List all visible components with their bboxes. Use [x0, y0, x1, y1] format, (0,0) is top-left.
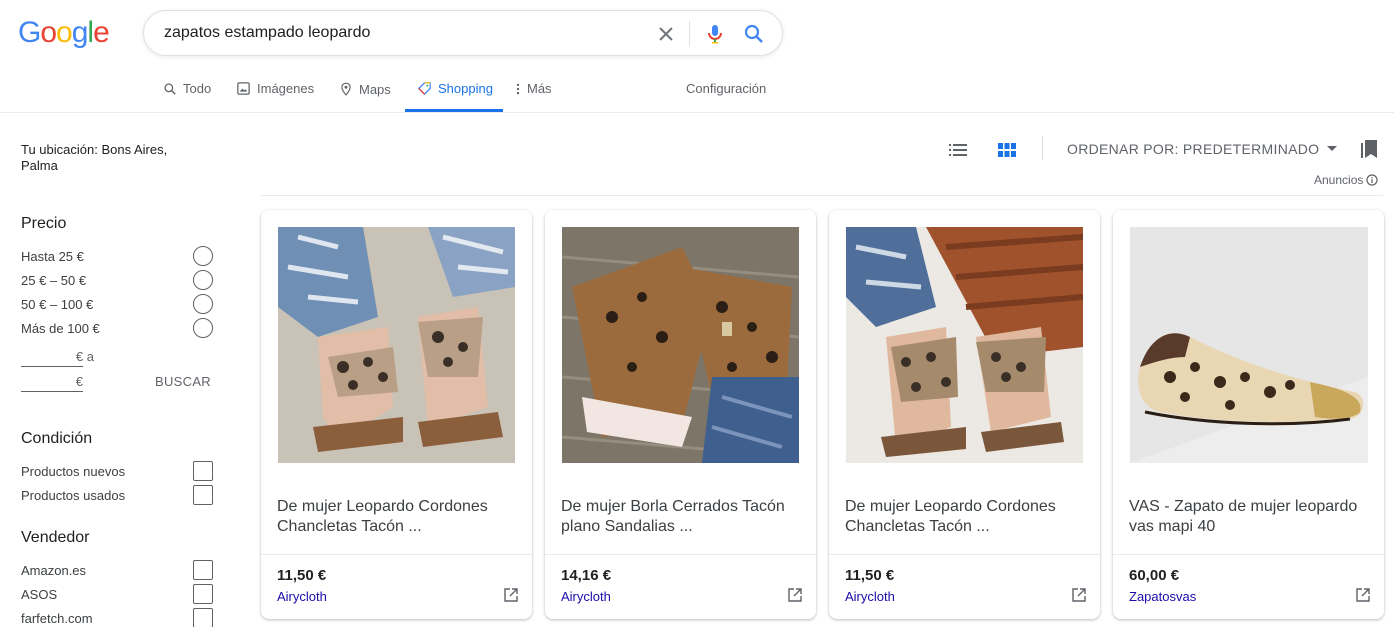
price-max-field[interactable]: €	[21, 374, 83, 392]
price-radio[interactable]	[193, 294, 213, 314]
card-divider	[829, 554, 1100, 555]
grid-view-icon[interactable]	[997, 140, 1017, 160]
product-card[interactable]: De mujer Borla Cerrados Tacón plano Sand…	[545, 210, 816, 619]
product-title[interactable]: De mujer Leopardo Cordones Chancletas Ta…	[277, 497, 517, 537]
search-icon	[164, 82, 176, 95]
price-min-field[interactable]: € a	[21, 349, 94, 367]
seller-filter-title: Vendedor	[21, 529, 90, 546]
tab-label: Maps	[359, 81, 391, 97]
product-seller[interactable]: Zapatosvas	[1129, 589, 1196, 604]
product-price: 14,16 €	[561, 567, 612, 584]
tab-mas[interactable]: Más	[515, 81, 552, 96]
dropdown-arrow-icon	[1327, 146, 1338, 151]
product-card[interactable]: De mujer Leopardo Cordones Chancletas Ta…	[829, 210, 1100, 619]
header-divider	[0, 112, 1394, 113]
price-radio[interactable]	[193, 318, 213, 338]
microphone-icon[interactable]	[703, 22, 727, 46]
product-card[interactable]: VAS - Zapato de mujer leopardo vas mapi …	[1113, 210, 1384, 619]
price-search-button[interactable]: BUSCAR	[155, 374, 211, 389]
seller-checkbox[interactable]	[193, 560, 213, 580]
tab-configuracion[interactable]: Configuración	[686, 81, 766, 96]
sort-dropdown[interactable]: ORDENAR POR: PREDETERMINADO	[1067, 141, 1338, 157]
product-seller[interactable]: Airycloth	[561, 589, 611, 604]
google-logo[interactable]: Google	[18, 16, 110, 50]
product-card[interactable]: De mujer Leopardo Cordones Chancletas Ta…	[261, 210, 532, 619]
logo-letter: o	[56, 16, 73, 49]
tab-todo[interactable]: Todo	[163, 81, 211, 96]
card-divider	[1113, 554, 1384, 555]
content-divider	[261, 195, 1383, 196]
search-tabs: Todo Imágenes Maps Shopping Más Configur…	[0, 70, 1394, 112]
search-input[interactable]: zapatos estampado leopardo	[164, 24, 370, 42]
product-price: 11,50 €	[277, 567, 327, 584]
external-link-icon[interactable]	[1072, 588, 1086, 602]
price-max-suffix: €	[75, 374, 83, 389]
logo-letter: o	[40, 16, 57, 49]
card-divider	[545, 554, 816, 555]
tab-label: Todo	[183, 81, 212, 96]
condition-option-label: Productos usados	[21, 488, 126, 503]
product-title[interactable]: VAS - Zapato de mujer leopardo vas mapi …	[1129, 497, 1369, 537]
tab-label: Más	[527, 81, 552, 96]
search-box[interactable]: zapatos estampado leopardo	[143, 10, 783, 56]
list-view-icon[interactable]	[948, 140, 968, 160]
search-icon[interactable]	[742, 22, 766, 46]
tab-maps[interactable]: Maps	[339, 81, 391, 97]
shopping-tag-icon	[417, 82, 431, 96]
location-pin-icon	[341, 82, 351, 96]
ads-label[interactable]: Anuncios	[1314, 173, 1378, 187]
bookmarks-icon[interactable]	[1361, 139, 1379, 159]
seller-option-label: Amazon.es	[21, 563, 87, 578]
search-divider	[689, 21, 690, 47]
tab-label: Imágenes	[257, 81, 315, 96]
ads-label-text: Anuncios	[1314, 173, 1364, 187]
logo-letter: g	[71, 16, 89, 49]
product-image[interactable]	[278, 227, 515, 463]
condition-filter-title: Condición	[21, 430, 93, 447]
price-option-label: 25 € – 50 €	[21, 273, 87, 288]
price-radio[interactable]	[193, 270, 213, 290]
logo-letter: G	[18, 16, 41, 49]
external-link-icon[interactable]	[788, 588, 802, 602]
price-radio[interactable]	[193, 246, 213, 266]
condition-checkbox[interactable]	[193, 485, 213, 505]
seller-option-label: ASOS	[21, 587, 58, 602]
seller-option-label: farfetch.com	[21, 611, 93, 626]
product-title[interactable]: De mujer Borla Cerrados Tacón plano Sand…	[561, 497, 801, 537]
product-seller[interactable]: Airycloth	[845, 589, 895, 604]
toolbar-divider	[1042, 136, 1043, 160]
product-title[interactable]: De mujer Leopardo Cordones Chancletas Ta…	[845, 497, 1085, 537]
product-price: 60,00 €	[1129, 567, 1180, 584]
logo-letter: e	[93, 16, 110, 49]
price-option-label: Hasta 25 €	[21, 249, 84, 264]
product-price: 11,50 €	[845, 567, 895, 584]
product-image[interactable]	[562, 227, 799, 463]
sort-label: ORDENAR POR: PREDETERMINADO	[1067, 141, 1320, 157]
close-icon[interactable]	[654, 22, 678, 46]
condition-checkbox[interactable]	[193, 461, 213, 481]
product-seller[interactable]: Airycloth	[277, 589, 327, 604]
card-divider	[261, 554, 532, 555]
external-link-icon[interactable]	[1356, 588, 1370, 602]
price-min-suffix: € a	[75, 349, 94, 364]
image-icon	[237, 82, 250, 95]
product-image[interactable]	[846, 227, 1083, 463]
price-option-label: Más de 100 €	[21, 321, 100, 336]
info-icon	[1366, 174, 1378, 186]
tab-imagenes[interactable]: Imágenes	[236, 81, 314, 96]
external-link-icon[interactable]	[504, 588, 518, 602]
seller-checkbox[interactable]	[193, 608, 213, 627]
seller-checkbox[interactable]	[193, 584, 213, 604]
tab-label: Shopping	[438, 81, 493, 96]
tab-label: Configuración	[686, 81, 767, 96]
location-text: Tu ubicación: Bons Aires, Palma	[21, 142, 168, 173]
product-image[interactable]	[1130, 227, 1368, 463]
more-vert-icon	[516, 83, 520, 94]
tab-shopping[interactable]: Shopping	[417, 81, 493, 96]
filter-sidebar: Tu ubicación: Bons Aires, Palma Precio H…	[21, 142, 221, 627]
price-filter-title: Precio	[21, 215, 67, 232]
price-option-label: 50 € – 100 €	[21, 297, 94, 312]
condition-option-label: Productos nuevos	[21, 464, 126, 479]
